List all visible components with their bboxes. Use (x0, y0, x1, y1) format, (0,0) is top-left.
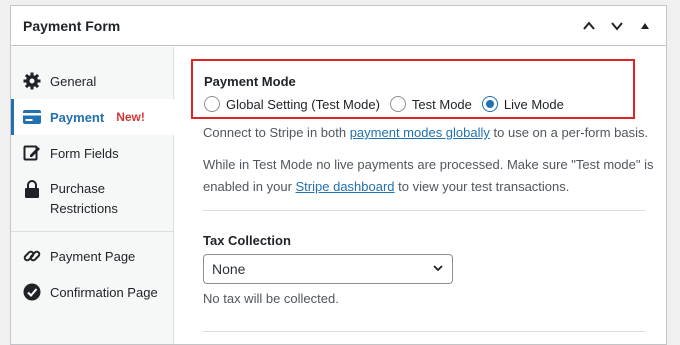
tax-note: No tax will be collected. (203, 291, 339, 306)
lock-icon (23, 180, 41, 198)
sidebar-item-label: Purchase Restrictions (50, 181, 118, 216)
new-badge: New! (116, 110, 145, 124)
info-text: to use on a per-form basis. (489, 125, 649, 140)
payment-mode-radio-group: Global Setting (Test Mode) Test Mode Liv… (204, 96, 574, 112)
sidebar-item-form-fields[interactable]: Form Fields (11, 135, 173, 171)
content-area: Payment Mode Global Setting (Test Mode) … (175, 47, 666, 344)
sidebar-item-general[interactable]: General (11, 63, 173, 99)
sidebar-item-payment-page[interactable]: Payment Page (11, 238, 173, 274)
gear-icon (23, 72, 41, 90)
info-text: enabled in your (203, 179, 296, 194)
sidebar-item-payment[interactable]: Payment New! (11, 99, 174, 135)
section-divider (203, 331, 645, 332)
radio-button[interactable] (389, 96, 406, 112)
panel-header: Payment Form (11, 6, 666, 46)
chevron-down-icon[interactable] (606, 15, 628, 37)
select-value: None (212, 261, 246, 277)
payment-mode-section: Payment Mode Global Setting (Test Mode) … (191, 59, 635, 119)
payment-form-panel: Payment Form General Payment New! Form F… (10, 5, 667, 345)
sidebar-item-confirmation-page[interactable]: Confirmation Page (11, 274, 173, 310)
panel-title: Payment Form (23, 17, 121, 34)
radio-option-test-mode[interactable]: Test Mode (389, 96, 472, 112)
sidebar-item-label: Form Fields (50, 145, 119, 161)
check-circle-icon (23, 283, 41, 301)
radio-option-global-setting[interactable]: Global Setting (Test Mode) (204, 96, 380, 112)
info-text: While in Test Mode no live payments are … (203, 157, 654, 172)
section-divider (203, 210, 645, 211)
info-text: to view your test transactions. (394, 179, 570, 194)
sidebar-item-label: Payment (50, 109, 105, 125)
radio-button-selected[interactable] (481, 96, 498, 112)
info-text-line: enabled in your Stripe dashboard to view… (203, 176, 653, 198)
stripe-dashboard-link[interactable]: Stripe dashboard (296, 179, 395, 194)
payment-mode-label: Payment Mode (204, 74, 296, 89)
radio-label: Test Mode (411, 96, 472, 112)
sidebar-divider (11, 231, 173, 232)
sidebar-item-label: General (50, 73, 97, 89)
triangle-up-icon[interactable] (634, 15, 656, 37)
radio-label: Live Mode (503, 96, 564, 112)
link-icon (23, 247, 41, 265)
radio-option-live-mode[interactable]: Live Mode (481, 96, 564, 112)
tax-collection-label: Tax Collection (203, 233, 291, 248)
chevron-down-icon (432, 261, 444, 277)
header-controls (578, 15, 656, 37)
sidebar-item-label: Confirmation Page (50, 284, 158, 300)
sidebar: General Payment New! Form Fields Purchas… (11, 47, 174, 344)
sidebar-item-purchase-restrictions[interactable]: Purchase Restrictions (11, 171, 173, 225)
test-mode-info-text: While in Test Mode no live payments are … (203, 154, 653, 198)
radio-label: Global Setting (Test Mode) (226, 96, 380, 112)
radio-button[interactable] (204, 96, 220, 112)
credit-card-icon (23, 108, 41, 126)
edit-icon (23, 144, 41, 162)
tax-collection-select[interactable]: None (203, 254, 453, 284)
payment-modes-globally-link[interactable]: payment modes globally (350, 125, 490, 140)
chevron-up-icon[interactable] (578, 15, 600, 37)
info-text: Connect to Stripe in both (203, 125, 350, 140)
connect-info-text: Connect to Stripe in both payment modes … (203, 122, 648, 144)
sidebar-item-label: Payment Page (50, 248, 136, 264)
